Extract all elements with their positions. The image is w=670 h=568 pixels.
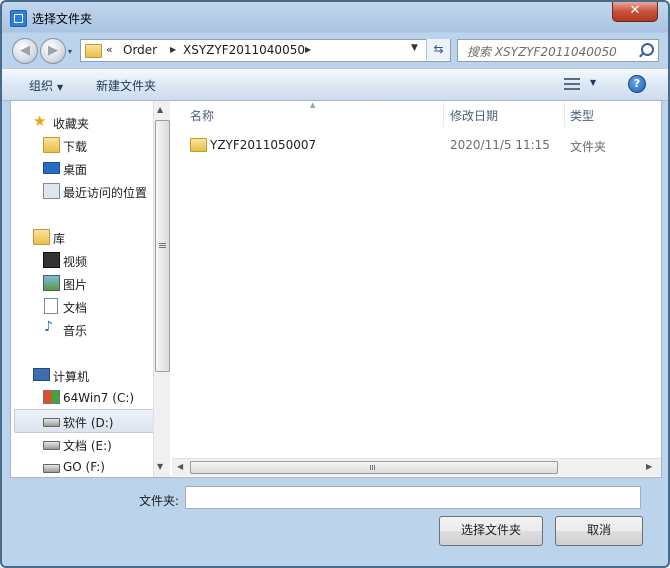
breadcrumb-separator-icon[interactable]: ▶: [305, 45, 311, 54]
column-divider[interactable]: [443, 101, 444, 127]
sidebar-item-music[interactable]: ♪ 音乐: [11, 318, 153, 340]
column-header-name[interactable]: 名称: [190, 107, 214, 124]
sidebar-item-videos[interactable]: 视频: [11, 249, 153, 271]
library-icon: [33, 229, 50, 245]
computer-icon: [33, 368, 50, 381]
file-list-pane: ▲ 名称 修改日期 类型 YZYF2011050007 2020/11/5 11…: [172, 101, 661, 477]
sidebar-favorites-header[interactable]: ★ 收藏夹: [11, 111, 153, 133]
forward-button[interactable]: ▶: [40, 38, 66, 64]
refresh-button[interactable]: ⇆: [426, 39, 450, 60]
column-divider[interactable]: [564, 101, 565, 127]
scrollbar-grip: [159, 243, 166, 244]
file-type: 文件夹: [570, 140, 607, 154]
app-icon: [10, 10, 27, 27]
sidebar-item-label: 下载: [63, 140, 88, 154]
sidebar-item-recent-places[interactable]: 最近访问的位置: [11, 180, 153, 202]
organize-button[interactable]: 组织 ▼: [29, 77, 63, 94]
sidebar-item-pictures[interactable]: 图片: [11, 272, 153, 294]
sidebar-item-label: 最近访问的位置: [63, 186, 148, 200]
recent-places-icon: [43, 183, 60, 199]
sidebar-item-label: 64Win7 (C:): [63, 391, 135, 405]
file-row[interactable]: YZYF2011050007 2020/11/5 11:15 文件夹: [172, 135, 652, 155]
desktop-icon: [43, 162, 60, 174]
view-dropdown-icon[interactable]: ▼: [590, 78, 596, 87]
select-folder-button[interactable]: 选择文件夹: [439, 516, 543, 546]
nav-pane-scrollbar[interactable]: ▲ ▼: [153, 101, 170, 477]
picture-icon: [43, 275, 60, 291]
scroll-right-icon[interactable]: ▶: [646, 462, 652, 471]
sidebar-item-label: 计算机: [53, 370, 90, 384]
folder-name-field[interactable]: [185, 486, 641, 509]
sidebar-item-drive-c[interactable]: 64Win7 (C:): [11, 387, 153, 409]
scroll-left-icon[interactable]: ◀: [177, 462, 183, 471]
breadcrumb-order[interactable]: Order: [123, 43, 157, 57]
sidebar-item-label: 库: [53, 232, 66, 246]
sort-ascending-icon: ▲: [310, 101, 316, 109]
column-header-type[interactable]: 类型: [570, 107, 594, 124]
address-bar[interactable]: « Order ▶ XSYZYF2011040050 ▶ ▼: [80, 39, 451, 62]
organize-label: 组织: [29, 79, 54, 93]
dialog-window: 选择文件夹 ✕ ◀ ▶ ▾ « Order ▶ XSYZYF2011040050…: [0, 0, 670, 568]
search-placeholder: 搜索 XSYZYF2011040050: [467, 45, 617, 59]
close-button[interactable]: ✕: [612, 2, 658, 22]
drive-icon: [43, 464, 60, 473]
scrollbar-grip: [370, 465, 371, 470]
breadcrumb-separator-icon[interactable]: ▶: [170, 45, 176, 54]
video-icon: [43, 252, 60, 268]
sidebar-item-label: 视频: [63, 255, 88, 269]
breadcrumb-overflow-icon[interactable]: «: [106, 43, 113, 56]
search-icon[interactable]: [641, 43, 654, 56]
folder-icon: [190, 138, 207, 152]
back-button[interactable]: ◀: [12, 38, 38, 64]
sidebar-item-documents[interactable]: 文档: [11, 295, 153, 317]
address-dropdown-icon[interactable]: ▼: [411, 43, 418, 53]
navigation-pane: ★ 收藏夹 下载 桌面 最近访问的位置 库 视频 图片 文档 ♪ 音乐 计算机 …: [11, 101, 170, 478]
browser-area: ★ 收藏夹 下载 桌面 最近访问的位置 库 视频 图片 文档 ♪ 音乐 计算机 …: [10, 100, 662, 478]
system-drive-icon: [43, 390, 60, 404]
title-bar: 选择文件夹 ✕: [2, 2, 668, 32]
scroll-down-icon[interactable]: ▼: [157, 462, 163, 471]
sidebar-item-label: GO (F:): [63, 460, 105, 474]
sidebar-computer-header[interactable]: 计算机: [11, 364, 153, 386]
window-title: 选择文件夹: [32, 12, 93, 26]
folder-icon: [85, 44, 102, 58]
column-header-date[interactable]: 修改日期: [450, 107, 498, 124]
navigation-bar: ◀ ▶ ▾ « Order ▶ XSYZYF2011040050 ▶ ▼ ⇆ 搜…: [2, 32, 668, 66]
file-name: YZYF2011050007: [210, 138, 317, 152]
sidebar-item-label: 收藏夹: [53, 117, 90, 131]
sidebar-item-label: 音乐: [63, 324, 88, 338]
scroll-up-icon[interactable]: ▲: [157, 105, 163, 114]
recent-pages-dropdown-icon[interactable]: ▾: [68, 47, 72, 56]
sidebar-item-label: 软件 (D:): [63, 416, 114, 430]
breadcrumb-current-folder[interactable]: XSYZYF2011040050: [183, 43, 305, 57]
document-icon: [44, 298, 58, 314]
file-list-scrollbar[interactable]: ◀ ▶: [172, 458, 661, 476]
chevron-down-icon: ▼: [57, 83, 64, 92]
scrollbar-thumb[interactable]: [155, 120, 170, 372]
file-modified-date: 2020/11/5 11:15: [450, 138, 550, 152]
sidebar-item-drive-e[interactable]: 文档 (E:): [11, 433, 153, 455]
view-options-icon[interactable]: [564, 78, 580, 91]
music-icon: ♪: [44, 319, 53, 335]
drive-icon: [43, 418, 60, 427]
sidebar-item-downloads[interactable]: 下载: [11, 134, 153, 156]
sidebar-item-label: 桌面: [63, 163, 88, 177]
sidebar-item-label: 文档: [63, 301, 88, 315]
folder-field-label: 文件夹:: [139, 494, 180, 508]
drive-icon: [43, 441, 60, 450]
command-toolbar: 组织 ▼ 新建文件夹 ▼ ?: [2, 68, 668, 101]
scrollbar-thumb[interactable]: [190, 461, 558, 474]
sidebar-item-label: 文档 (E:): [63, 439, 112, 453]
search-input[interactable]: 搜索 XSYZYF2011040050: [457, 39, 659, 62]
sidebar-item-drive-d[interactable]: 软件 (D:): [14, 409, 154, 433]
sidebar-item-drive-f[interactable]: GO (F:): [11, 456, 153, 478]
sidebar-item-label: 图片: [63, 278, 88, 292]
sidebar-libraries-header[interactable]: 库: [11, 226, 153, 248]
sidebar-item-desktop[interactable]: 桌面: [11, 157, 153, 179]
new-folder-button[interactable]: 新建文件夹: [96, 77, 156, 94]
cancel-button[interactable]: 取消: [555, 516, 643, 546]
star-icon: ★: [33, 112, 47, 130]
help-icon[interactable]: ?: [628, 75, 646, 93]
downloads-folder-icon: [43, 137, 60, 153]
